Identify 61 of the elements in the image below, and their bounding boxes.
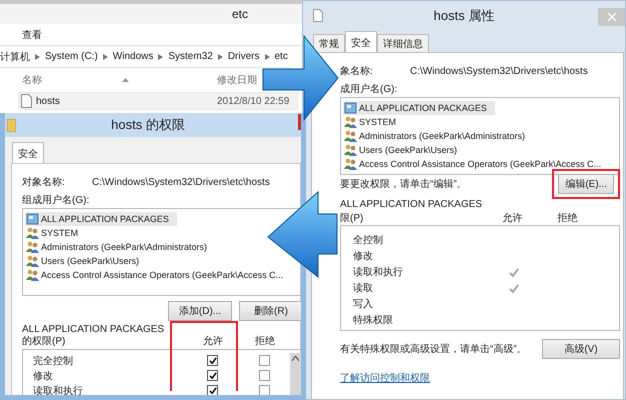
window-title: etc <box>232 7 248 21</box>
field-label: 组成用户名(G): <box>22 194 90 208</box>
permissions-subject: ALL APPLICATION PACKAGES <box>22 324 166 336</box>
breadcrumb-item[interactable]: 计算机 <box>0 50 30 64</box>
user-list-item[interactable]: ALL APPLICATION PACKAGES <box>25 212 177 226</box>
column-header: 允许 <box>202 336 224 348</box>
breadcrumb-item[interactable]: Windows <box>112 51 154 62</box>
field-label: 对象名称: <box>22 176 66 189</box>
user-list-item[interactable]: Users (GeekPark\Users) <box>25 254 148 268</box>
column-header: 拒绝 <box>556 212 578 224</box>
column-header[interactable]: 名称 <box>22 73 42 87</box>
permission-name: 读取和执行 <box>33 384 84 395</box>
permission-name: 全控制 <box>353 234 384 247</box>
tab[interactable]: 安全 <box>12 142 44 163</box>
user-list-item[interactable]: SYSTEM <box>25 226 86 240</box>
breadcrumb-item[interactable]: System (C:) <box>45 51 98 62</box>
user-list[interactable]: ALL APPLICATION PACKAGES SYSTEM Administrators (GeekPark\Administrators) Users (GeekPark\Users) Access Control Assistance Operators (GeekPark\Access C... <box>340 97 620 175</box>
address-bar[interactable]: 计算机 System (C:) Windows System32 Drivers etc <box>0 46 292 68</box>
ribbon-tab[interactable]: 查看 <box>22 28 42 42</box>
user-list-item[interactable]: SYSTEM <box>343 115 404 129</box>
advanced-button[interactable]: 高级(V) <box>542 339 620 359</box>
permission-name: 写入 <box>353 298 374 311</box>
object-path: C:\Windows\System32\Drivers\etc\hosts <box>410 66 588 76</box>
tab[interactable]: 详细信息 <box>377 34 429 52</box>
dialog-button[interactable]: 添加(D)... <box>168 301 232 321</box>
permission-name: 特殊权限 <box>353 314 394 327</box>
object-path: C:\Windows\System32\Drivers\etc\hosts <box>92 176 270 188</box>
permission-name: 读取 <box>353 282 374 295</box>
column-header: 允许 <box>502 212 524 224</box>
user-list-item[interactable]: Administrators (GeekPark\Administrators) <box>25 240 216 254</box>
file-name: hosts <box>36 96 60 106</box>
permissions-subject: ALL APPLICATION PACKAGES <box>340 199 484 210</box>
field-label: 的权限(P) <box>22 336 66 348</box>
breadcrumb-item[interactable]: etc <box>274 51 288 62</box>
dialog-button[interactable]: 删除(R) <box>239 301 301 321</box>
edit-button[interactable]: 编辑(E)... <box>558 174 614 194</box>
field-label: 限(P) <box>340 212 364 224</box>
user-list-item[interactable]: Access Control Assistance Operators (GeekPark\Access C... <box>25 268 292 282</box>
permission-name: 修改 <box>33 370 54 382</box>
breadcrumb-item[interactable]: System32 <box>168 51 213 62</box>
file-row[interactable]: hosts 2012/8/10 22:59 <box>18 92 298 110</box>
column-header[interactable]: 修改日期 <box>217 73 257 87</box>
user-list-item[interactable]: Users (GeekPark\Users) <box>343 143 466 157</box>
user-list-item[interactable]: ALL APPLICATION PACKAGES <box>343 101 495 115</box>
field-label: 成用户名(G): <box>340 82 398 97</box>
field-label: 象名称: <box>340 65 374 78</box>
window-title: hosts 的权限 <box>111 116 185 134</box>
help-link[interactable]: 了解访问控制和权限 <box>340 371 430 385</box>
column-header: 拒绝 <box>254 336 276 348</box>
tab[interactable]: 安全 <box>345 31 377 52</box>
hint-text: 有关特殊权限或高级设置，请单击“高级”。 <box>340 342 527 356</box>
permission-name: 修改 <box>353 250 374 263</box>
hint-text: 要更改权限，请单击“编辑”。 <box>340 178 467 191</box>
window-title: hosts 属性 <box>434 7 494 25</box>
file-date: 2012/8/10 22:59 <box>217 96 290 106</box>
permission-name: 完全控制 <box>33 354 74 368</box>
breadcrumb-item[interactable]: Drivers <box>228 51 260 62</box>
tab[interactable]: 常规 <box>313 34 345 52</box>
user-list-item[interactable]: Access Control Assistance Operators (GeekPark\Access C... <box>343 157 610 171</box>
user-list-item[interactable]: Administrators (GeekPark\Administrators) <box>343 129 534 143</box>
permission-name: 读取和执行 <box>353 266 404 279</box>
